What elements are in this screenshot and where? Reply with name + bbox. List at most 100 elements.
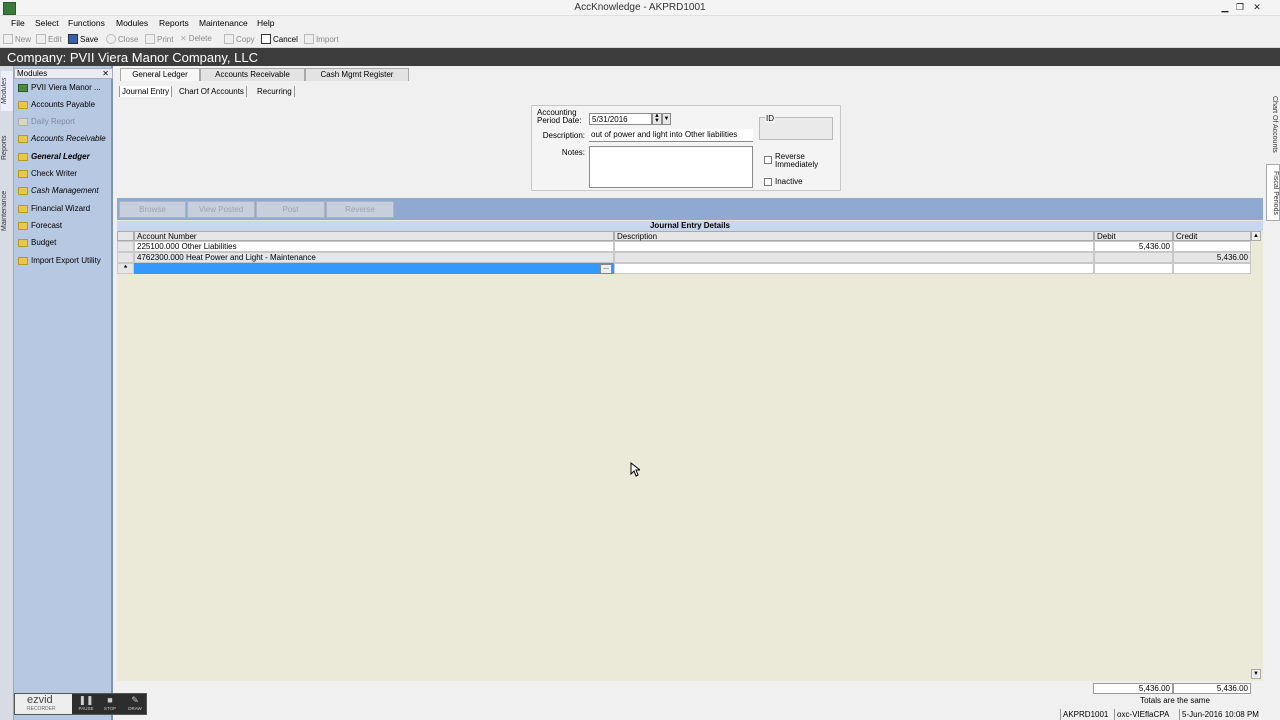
col-debit[interactable]: Debit bbox=[1094, 231, 1173, 241]
browse-button[interactable]: Browse bbox=[119, 201, 186, 218]
new-row-description-cell[interactable] bbox=[614, 263, 1094, 274]
right-tab-strip: Chart Of Accounts Fiscal Periods bbox=[1264, 86, 1280, 720]
status-datetime: 5-Jun-2016 10:08 PM bbox=[1179, 709, 1280, 720]
vtab-modules[interactable]: Modules bbox=[1, 71, 13, 111]
cancel-button[interactable]: Cancel bbox=[261, 34, 298, 44]
cell-debit[interactable] bbox=[1094, 252, 1173, 263]
notes-label: Notes: bbox=[561, 148, 585, 157]
post-button[interactable]: Post bbox=[256, 201, 325, 218]
folder-icon bbox=[18, 152, 28, 161]
totals-message: Totals are the same bbox=[1140, 696, 1210, 705]
cell-description[interactable] bbox=[614, 252, 1094, 263]
module-general-ledger[interactable]: General Ledger bbox=[18, 152, 90, 161]
close-panel-icon[interactable]: ✕ bbox=[102, 69, 109, 78]
cancel-label: Cancel bbox=[273, 34, 298, 44]
tab-accounts-receivable[interactable]: Accounts Receivable bbox=[200, 68, 305, 81]
module-accounts-payable[interactable]: Accounts Payable bbox=[18, 100, 95, 109]
vtab-reports[interactable]: Reports bbox=[1, 130, 13, 166]
cell-debit[interactable]: 5,436.00 bbox=[1094, 241, 1173, 252]
menu-bar: File Select Functions Modules Reports Ma… bbox=[0, 16, 1280, 31]
new-row-marker[interactable]: * bbox=[117, 263, 134, 274]
module-general-ledger-label: General Ledger bbox=[31, 152, 90, 161]
delete-icon: ✕ bbox=[180, 34, 187, 43]
scroll-down-icon[interactable]: ▼ bbox=[1251, 669, 1261, 679]
copy-button[interactable]: Copy bbox=[224, 34, 255, 44]
new-button[interactable]: New bbox=[3, 34, 31, 44]
save-icon bbox=[68, 34, 78, 44]
menu-file[interactable]: File bbox=[11, 18, 25, 28]
new-row-debit-cell[interactable] bbox=[1094, 263, 1173, 274]
pause-button[interactable]: ❚❚ PAUSE bbox=[76, 695, 96, 714]
module-import-export[interactable]: Import Export Utility bbox=[18, 256, 101, 265]
module-accounts-receivable-label: Accounts Receivable bbox=[31, 134, 106, 143]
menu-modules[interactable]: Modules bbox=[116, 18, 148, 28]
period-date-field[interactable]: 5/31/2016 bbox=[589, 113, 652, 125]
edit-button[interactable]: Edit bbox=[36, 34, 62, 44]
tab-general-ledger[interactable]: General Ledger bbox=[120, 68, 200, 81]
menu-maintenance[interactable]: Maintenance bbox=[199, 18, 248, 28]
module-accounts-receivable[interactable]: Accounts Receivable bbox=[18, 134, 106, 143]
date-spinner-icon[interactable]: ▲ ▼ bbox=[652, 113, 662, 125]
vtab-maintenance[interactable]: Maintenance bbox=[1, 183, 13, 239]
rtab-chart-of-accounts[interactable]: Chart Of Accounts bbox=[1266, 88, 1278, 160]
col-description[interactable]: Description bbox=[614, 231, 1094, 241]
menu-functions[interactable]: Functions bbox=[68, 18, 105, 28]
menu-select[interactable]: Select bbox=[35, 18, 59, 28]
module-cash-management[interactable]: Cash Management bbox=[18, 186, 99, 195]
row-selector[interactable] bbox=[117, 241, 134, 252]
new-icon bbox=[3, 34, 13, 44]
save-button[interactable]: Save bbox=[68, 34, 98, 44]
module-forecast[interactable]: Forecast bbox=[18, 221, 62, 230]
reverse-label-2: Immediately bbox=[775, 160, 819, 169]
row-selector[interactable] bbox=[117, 252, 134, 263]
description-field[interactable]: out of power and light into Other liabil… bbox=[589, 129, 753, 142]
module-cash-management-label: Cash Management bbox=[31, 186, 99, 195]
window-title: AccKnowledge - AKPRD1001 bbox=[574, 2, 706, 13]
print-icon bbox=[145, 34, 155, 44]
cell-description[interactable] bbox=[614, 241, 1094, 252]
notes-field[interactable] bbox=[589, 146, 753, 188]
scroll-up-icon[interactable]: ▲ bbox=[1251, 231, 1261, 241]
module-check-writer[interactable]: Check Writer bbox=[18, 169, 77, 178]
stop-button[interactable]: ■ STOP bbox=[100, 695, 120, 714]
module-daily-report[interactable]: Daily Report bbox=[18, 117, 75, 126]
reverse-immediately-checkbox[interactable] bbox=[764, 156, 772, 164]
new-row-credit-cell[interactable] bbox=[1173, 263, 1251, 274]
menu-reports[interactable]: Reports bbox=[159, 18, 189, 28]
cell-account[interactable]: 4762300.000 Heat Power and Light - Maint… bbox=[134, 252, 614, 263]
delete-button[interactable]: ✕ Delete bbox=[180, 34, 212, 43]
inactive-checkbox[interactable] bbox=[764, 178, 772, 186]
total-credit: 5,436.00 bbox=[1173, 683, 1251, 694]
new-row-account-cell[interactable]: ... bbox=[134, 263, 614, 274]
draw-button[interactable]: ✎ DRAW bbox=[124, 695, 146, 714]
modules-panel: Modules ✕ PVII Viera Manor ... Accounts … bbox=[14, 66, 113, 720]
minimize-icon[interactable]: ▁ bbox=[1218, 1, 1232, 13]
col-account-number[interactable]: Account Number bbox=[134, 231, 614, 241]
pause-icon: ❚❚ bbox=[78, 695, 94, 705]
close-button[interactable]: Close bbox=[106, 34, 138, 44]
import-button[interactable]: Import bbox=[304, 34, 339, 44]
close-window-icon[interactable]: ✕ bbox=[1250, 1, 1264, 13]
view-posted-button[interactable]: View Posted bbox=[187, 201, 255, 218]
lookup-ellipsis-button[interactable]: ... bbox=[600, 264, 612, 273]
date-dropdown-icon[interactable]: ▼ bbox=[662, 113, 671, 125]
module-budget[interactable]: Budget bbox=[18, 238, 56, 247]
print-button[interactable]: Print bbox=[145, 34, 173, 44]
menu-help[interactable]: Help bbox=[257, 18, 274, 28]
module-company[interactable]: PVII Viera Manor ... bbox=[18, 83, 101, 92]
rtab-fiscal-periods[interactable]: Fiscal Periods bbox=[1266, 164, 1280, 221]
tab-cash-mgmt-register[interactable]: Cash Mgmt Register bbox=[305, 68, 409, 81]
module-financial-wizard[interactable]: Financial Wizard bbox=[18, 204, 90, 213]
subtab-recurring[interactable]: Recurring bbox=[255, 86, 295, 97]
restore-icon[interactable]: ❐ bbox=[1233, 1, 1247, 13]
reverse-button[interactable]: Reverse bbox=[326, 201, 394, 218]
col-credit[interactable]: Credit bbox=[1173, 231, 1251, 241]
cell-account[interactable]: 225100.000 Other Liabilities bbox=[134, 241, 614, 252]
subtab-chart-of-accounts[interactable]: Chart Of Accounts bbox=[177, 86, 247, 97]
folder-icon bbox=[18, 100, 28, 109]
cell-credit[interactable]: 5,436.00 bbox=[1173, 252, 1251, 263]
inactive-label: Inactive bbox=[775, 177, 803, 186]
delete-label: Delete bbox=[188, 34, 212, 43]
subtab-journal-entry[interactable]: Journal Entry bbox=[119, 86, 173, 97]
cell-credit[interactable] bbox=[1173, 241, 1251, 252]
